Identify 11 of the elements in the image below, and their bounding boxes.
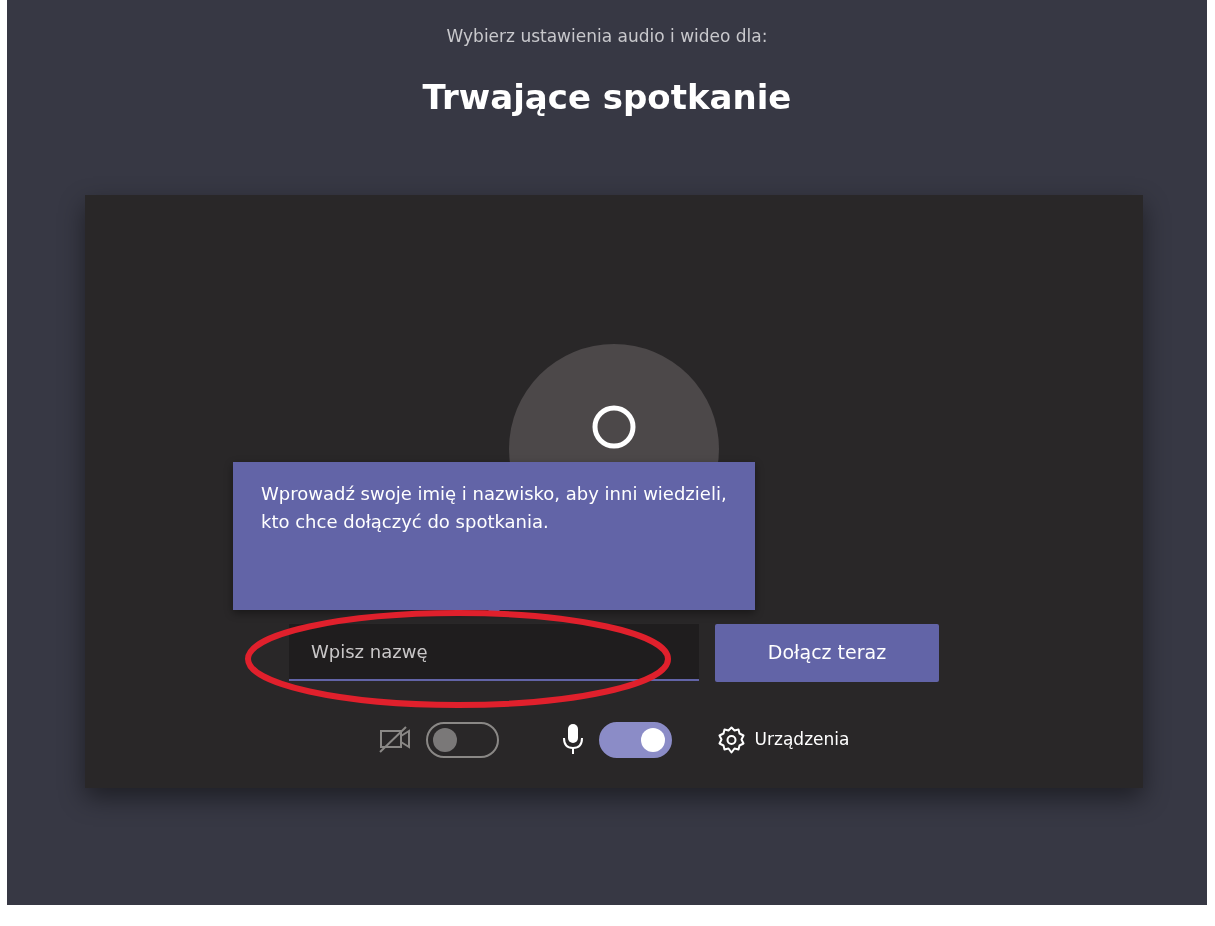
subtitle: Wybierz ustawienia audio i wideo dla:: [445, 25, 769, 48]
toggle-switch[interactable]: [425, 721, 499, 758]
microphone-icon: [562, 724, 583, 755]
devices-button[interactable]: Urządzenia: [717, 725, 850, 754]
settings-icon: [717, 725, 745, 754]
meeting-title: Trwające spotkanie: [421, 75, 793, 119]
hint-tooltip: Wprowadź swoje imię i nazwisko, aby inni wiedzieli, kto chce dołączyć do spotkania.: [233, 461, 755, 610]
name-field[interactable]: Wpisz nazwę: [289, 623, 699, 681]
join-button[interactable]: Dołącz teraz: [715, 623, 939, 682]
toggle-switch[interactable]: [598, 721, 672, 758]
camera-off-icon: [378, 726, 410, 753]
